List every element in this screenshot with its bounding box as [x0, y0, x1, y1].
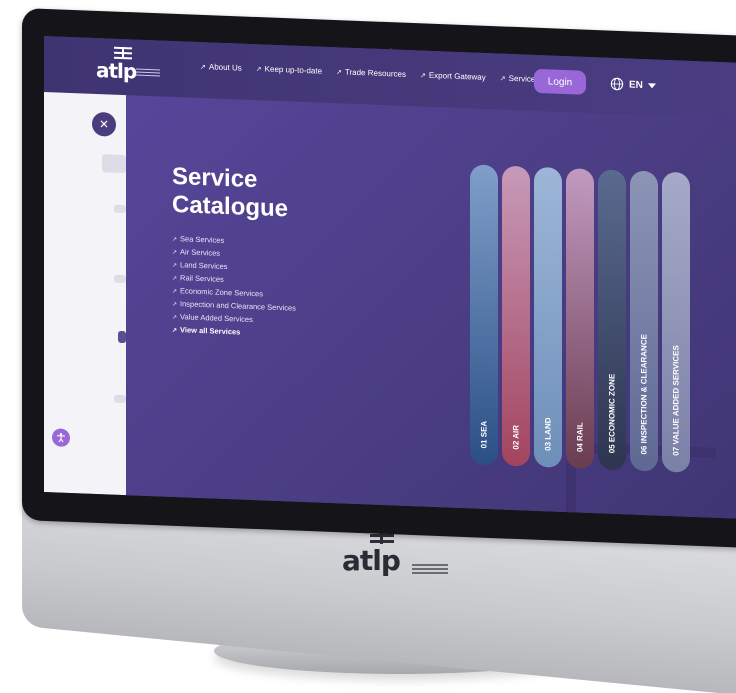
arrow-up-right-icon: ↗: [255, 66, 262, 74]
link-label: Sea Services: [180, 234, 225, 245]
arrow-up-right-icon: ↗: [172, 275, 178, 283]
logo-tagline-mark: [136, 68, 160, 79]
strip-inspection-clearance[interactable]: 06 INSPECTION & CLEARANCE: [630, 170, 658, 472]
strip-label: 04 RAIL: [575, 422, 585, 453]
menu-item-label: Keep up-to-date: [264, 64, 323, 76]
page-title: Service Catalogue: [172, 163, 372, 227]
strip-label: 05 ECONOMIC ZONE: [607, 373, 617, 454]
logo-mark-icon: [114, 47, 132, 60]
menu-item-keep-up-to-date[interactable]: ↗ Keep up-to-date: [255, 64, 323, 76]
strip-air[interactable]: 02 AIR: [502, 165, 530, 467]
link-label: Rail Services: [180, 273, 224, 284]
arrow-up-right-icon: ↗: [172, 249, 178, 257]
website-screen: atlp ↗ About Us ↗ Keep up-to-date ↗ Trade R…: [44, 36, 736, 520]
globe-icon: [610, 77, 624, 91]
accessibility-icon: [57, 433, 65, 443]
strip-rail[interactable]: 04 RAIL: [566, 168, 594, 470]
menu-item-label: Trade Resources: [344, 67, 406, 79]
brand-word: atlp: [342, 544, 401, 577]
monitor-scene: atlp atlp ↗ About Us ↗ Keep up-to-date ↗ Tr…: [0, 0, 736, 693]
strip-label: 01 SEA: [479, 420, 489, 449]
ghost-bullet: [118, 330, 126, 344]
chevron-down-icon: [647, 82, 656, 89]
login-button[interactable]: Login: [534, 68, 586, 95]
strip-sea[interactable]: 01 SEA: [470, 164, 498, 466]
ghost-text: [114, 274, 126, 284]
close-button[interactable]: ✕: [92, 111, 116, 137]
arrow-up-right-icon: ↗: [172, 236, 178, 244]
arrow-up-right-icon: ↗: [172, 262, 178, 270]
ghost-text: [114, 394, 126, 404]
service-category-strips: 01 SEA 02 AIR 03 LAND 04 RAIL 05 ECONOMI…: [470, 164, 734, 494]
strip-label: 02 AIR: [511, 424, 521, 450]
accessibility-button[interactable]: [52, 428, 70, 447]
language-selector[interactable]: EN: [610, 77, 656, 93]
close-icon: ✕: [98, 117, 110, 132]
link-label: Land Services: [180, 260, 228, 272]
site-logo[interactable]: atlp: [96, 46, 160, 88]
ghost-text: [114, 204, 126, 214]
strip-land[interactable]: 03 LAND: [534, 166, 562, 468]
language-label: EN: [629, 78, 643, 91]
arrow-up-right-icon: ↗: [499, 75, 506, 83]
ghost-heading: [102, 154, 126, 174]
strip-label: 07 VALUE ADDED SERVICES: [671, 345, 681, 456]
arrow-up-right-icon: ↗: [172, 314, 178, 322]
arrow-up-right-icon: ↗: [172, 301, 178, 309]
service-links: ↗ Sea Services ↗ Air Services ↗ Land Servic…: [172, 233, 296, 342]
brand-tagline-mark: [412, 564, 448, 574]
link-label: Air Services: [180, 247, 221, 258]
link-label: Value Added Services: [180, 312, 253, 325]
logo-word: atlp: [96, 57, 137, 84]
service-catalogue-panel: Service Catalogue ↗ Sea Services ↗ Air Ser…: [126, 95, 736, 520]
strip-label: 06 INSPECTION & CLEARANCE: [639, 333, 649, 455]
menu-item-label: About Us: [208, 62, 242, 73]
menu-item-export-gateway[interactable]: ↗ Export Gateway: [420, 70, 486, 82]
arrow-up-right-icon: ↗: [172, 327, 178, 335]
monitor-brand-logo: atlp: [340, 528, 448, 578]
menu-item-label: Export Gateway: [428, 70, 486, 82]
arrow-up-right-icon: ↗: [172, 288, 178, 296]
main-menu: ↗ About Us ↗ Keep up-to-date ↗ Trade Resour…: [200, 62, 574, 85]
menu-item-trade-resources[interactable]: ↗ Trade Resources: [336, 67, 406, 79]
strip-label: 03 LAND: [543, 417, 553, 452]
menu-item-about-us[interactable]: ↗ About Us: [200, 62, 242, 73]
strip-economic-zone[interactable]: 05 ECONOMIC ZONE: [598, 169, 626, 471]
arrow-up-right-icon: ↗: [336, 69, 342, 77]
link-label: View all Services: [180, 325, 241, 337]
link-label: Inspection and Clearance Services: [180, 299, 296, 313]
strip-value-added-services[interactable]: 07 VALUE ADDED SERVICES: [662, 171, 690, 473]
arrow-up-right-icon: ↗: [419, 72, 426, 80]
link-label: Economic Zone Services: [180, 286, 263, 299]
arrow-up-right-icon: ↗: [200, 63, 206, 72]
